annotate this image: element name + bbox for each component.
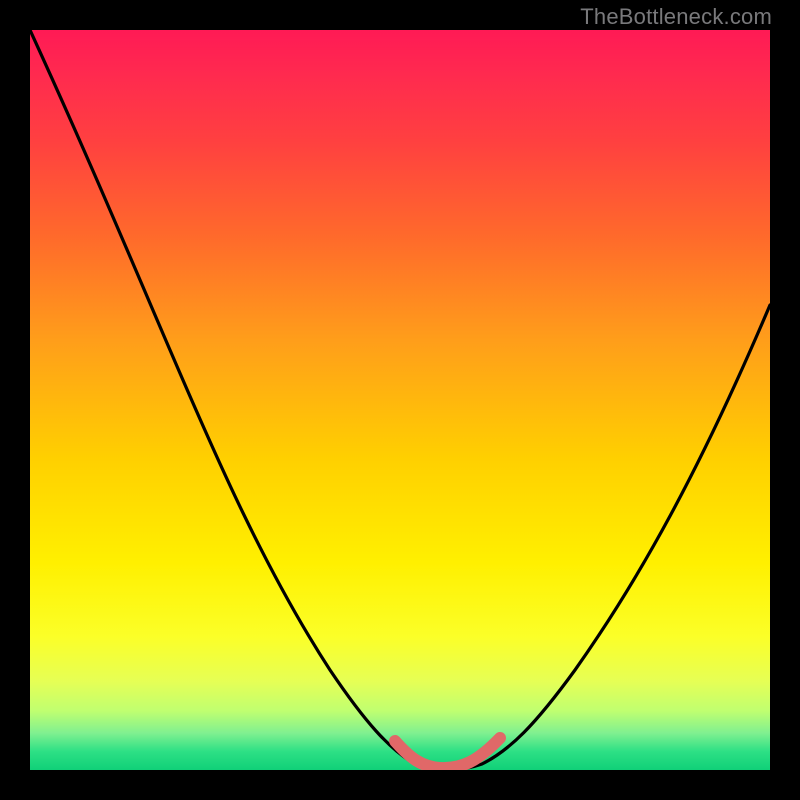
bottleneck-curve xyxy=(30,30,770,770)
watermark-text: TheBottleneck.com xyxy=(580,4,772,30)
curve-layer xyxy=(30,30,770,770)
chart-frame: TheBottleneck.com xyxy=(0,0,800,800)
plot-area xyxy=(30,30,770,770)
